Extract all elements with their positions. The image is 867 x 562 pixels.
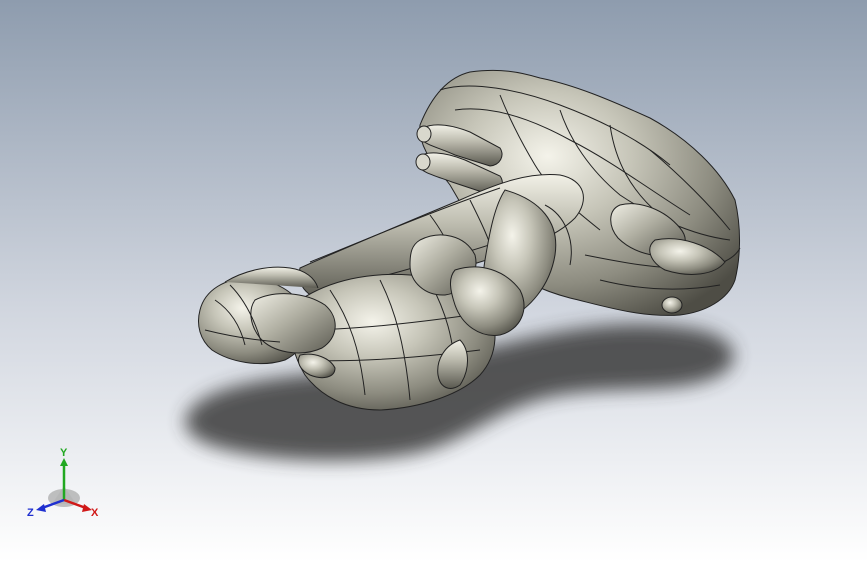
model-view[interactable] (0, 0, 867, 562)
graphics-viewport[interactable]: Y X Z (0, 0, 867, 562)
y-axis-arrow (60, 458, 68, 466)
x-axis-label: X (91, 507, 99, 519)
coordinate-triad: Y X Z (27, 447, 99, 519)
y-axis-label: Y (60, 447, 68, 459)
z-axis-arrow (36, 504, 46, 512)
z-axis-label: Z (27, 507, 34, 519)
